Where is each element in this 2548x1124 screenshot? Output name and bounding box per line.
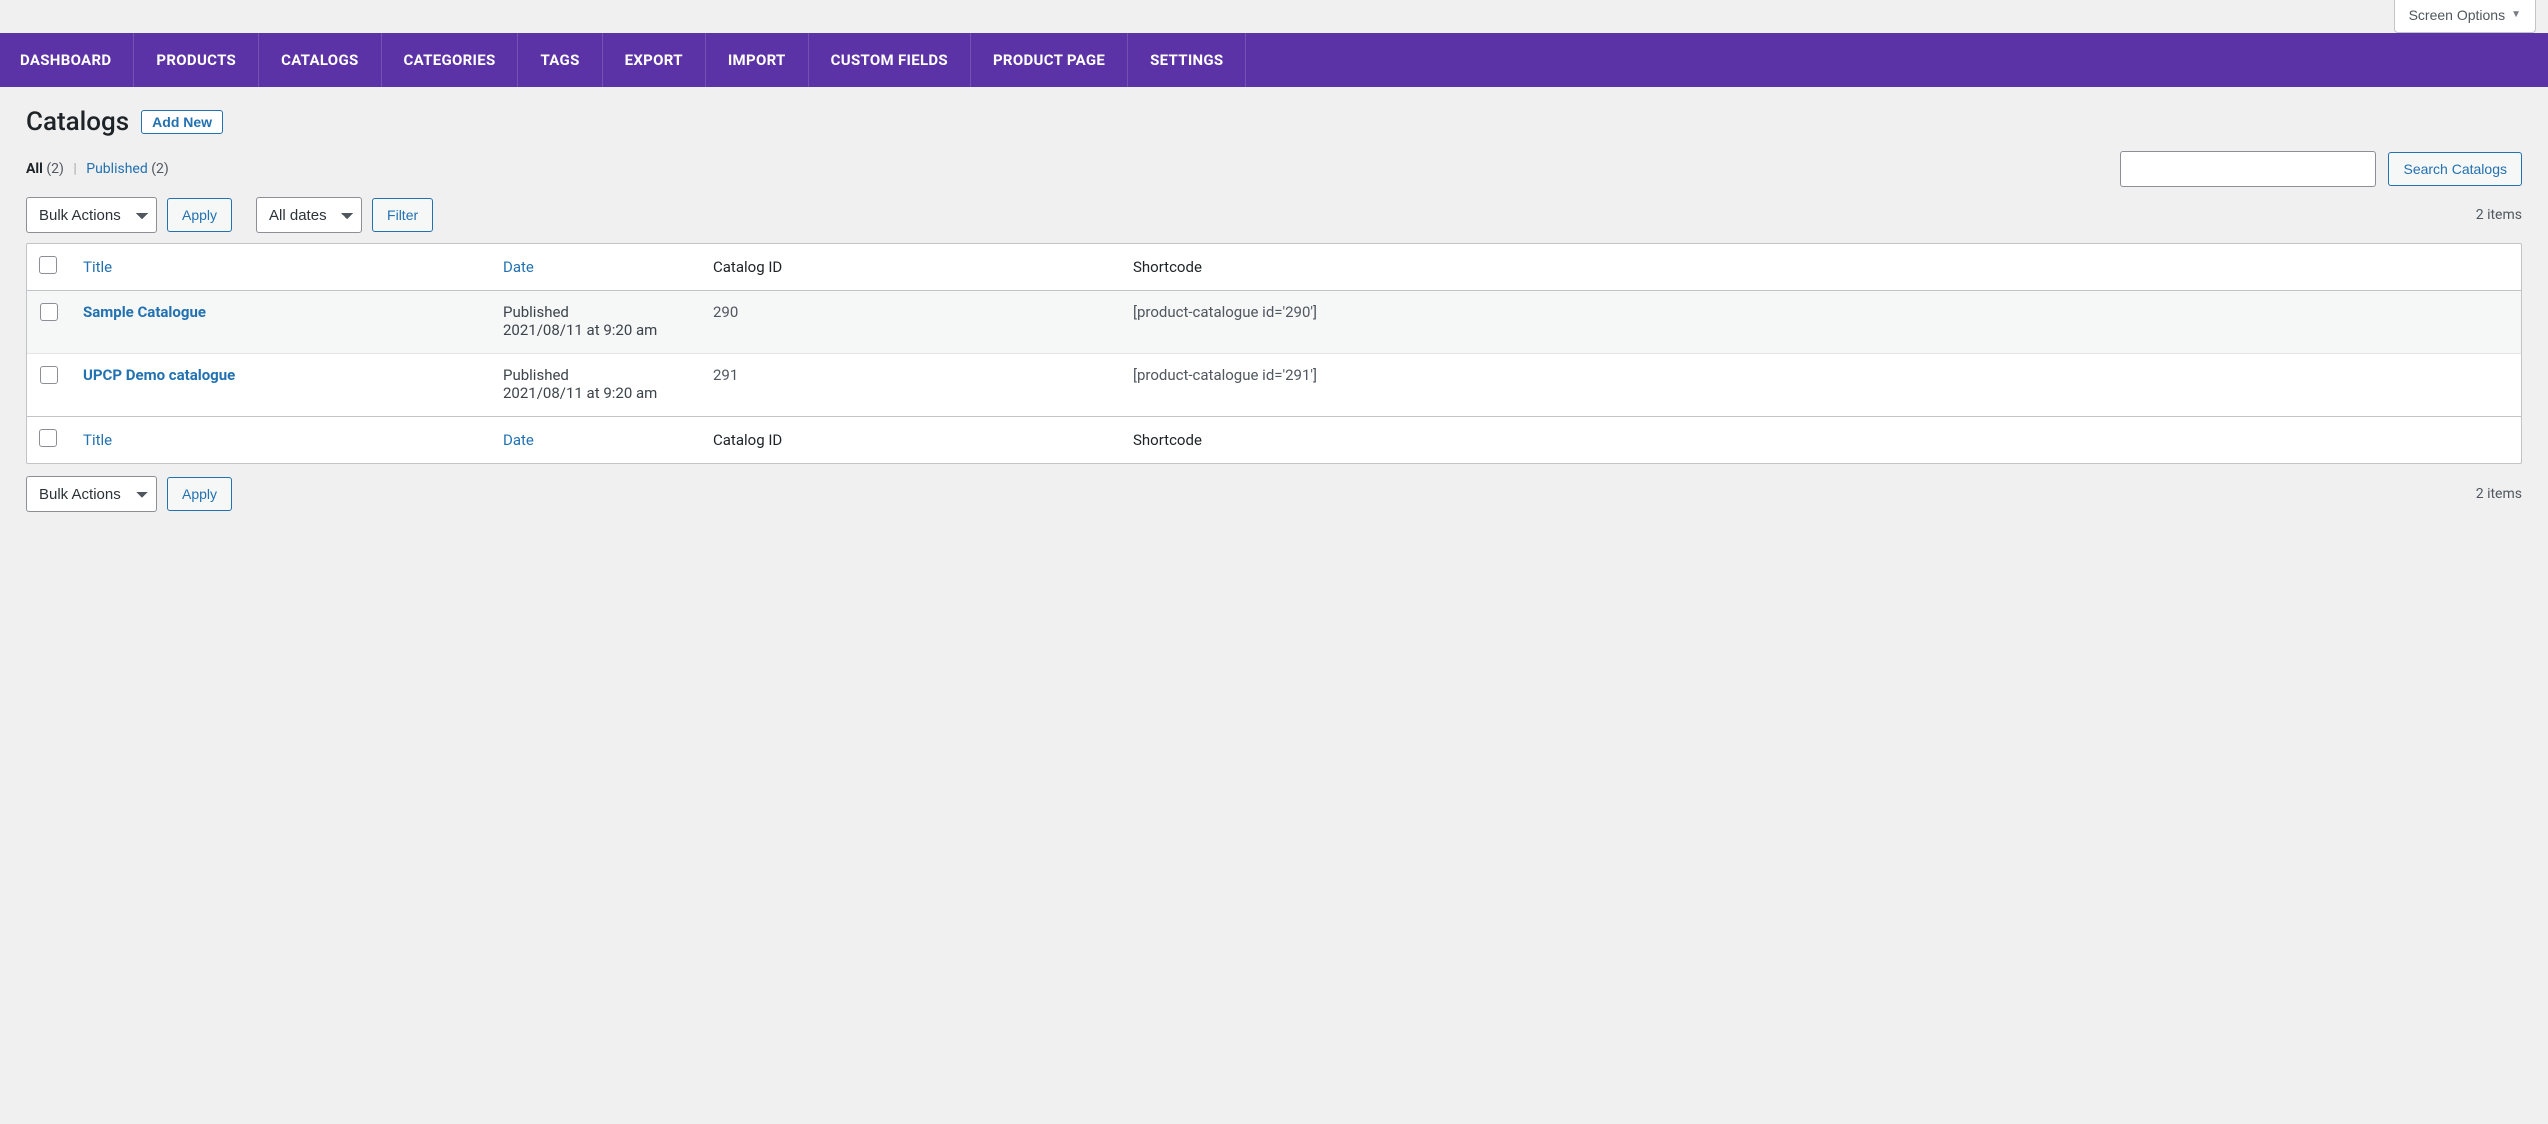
- row-shortcode: [product-catalogue id='291']: [1121, 354, 2521, 416]
- table-row: Sample Catalogue Published 2021/08/11 at…: [27, 291, 2521, 354]
- col-header-shortcode: Shortcode: [1121, 244, 2521, 291]
- items-count-top: 2 items: [2476, 207, 2522, 223]
- col-footer-id: Catalog ID: [701, 416, 1121, 463]
- chevron-down-icon: ▼: [2511, 4, 2521, 26]
- col-footer-title[interactable]: Title: [71, 416, 491, 463]
- row-checkbox[interactable]: [40, 303, 58, 321]
- row-status: Published: [503, 303, 689, 321]
- bulk-actions-select-top[interactable]: Bulk Actions: [26, 197, 157, 233]
- row-catalog-id: 291: [701, 354, 1121, 416]
- row-datetime: 2021/08/11 at 9:20 am: [503, 384, 689, 402]
- search-button[interactable]: Search Catalogs: [2388, 152, 2522, 186]
- nav-dashboard[interactable]: DASHBOARD: [0, 33, 134, 87]
- screen-options-button[interactable]: Screen Options ▼: [2394, 0, 2536, 33]
- select-all-checkbox-bottom[interactable]: [39, 429, 57, 447]
- view-filters: All (2) | Published (2): [26, 161, 169, 177]
- add-new-button[interactable]: Add New: [141, 110, 223, 134]
- catalogs-table: Title Date Catalog ID Shortcode Sample C…: [26, 243, 2522, 464]
- row-title-link[interactable]: Sample Catalogue: [83, 303, 206, 321]
- select-all-checkbox-top[interactable]: [39, 256, 57, 274]
- row-checkbox[interactable]: [40, 366, 58, 384]
- view-published-count: (2): [151, 161, 169, 177]
- nav-products[interactable]: PRODUCTS: [134, 33, 259, 87]
- view-all-label: All: [26, 161, 43, 177]
- nav-export[interactable]: EXPORT: [603, 33, 706, 87]
- col-footer-shortcode: Shortcode: [1121, 416, 2521, 463]
- date-filter-select[interactable]: All dates: [256, 197, 362, 233]
- nav-settings[interactable]: SETTINGS: [1128, 33, 1246, 87]
- page-title: Catalogs: [26, 107, 129, 137]
- bulk-apply-button-bottom[interactable]: Apply: [167, 477, 232, 511]
- row-title-link[interactable]: UPCP Demo catalogue: [83, 366, 235, 384]
- filter-button[interactable]: Filter: [372, 198, 433, 232]
- row-shortcode: [product-catalogue id='290']: [1121, 291, 2521, 354]
- nav-categories[interactable]: CATEGORIES: [382, 33, 519, 87]
- col-footer-date[interactable]: Date: [491, 416, 701, 463]
- items-count-bottom: 2 items: [2476, 486, 2522, 502]
- col-header-date[interactable]: Date: [491, 244, 701, 291]
- bulk-actions-select-bottom[interactable]: Bulk Actions: [26, 476, 157, 512]
- row-catalog-id: 290: [701, 291, 1121, 354]
- nav-import[interactable]: IMPORT: [706, 33, 809, 87]
- nav-custom-fields[interactable]: CUSTOM FIELDS: [809, 33, 971, 87]
- row-status: Published: [503, 366, 689, 384]
- search-input[interactable]: [2120, 151, 2376, 187]
- nav-tags[interactable]: TAGS: [518, 33, 602, 87]
- nav-product-page[interactable]: PRODUCT PAGE: [971, 33, 1128, 87]
- screen-options-label: Screen Options: [2409, 4, 2506, 26]
- row-datetime: 2021/08/11 at 9:20 am: [503, 321, 689, 339]
- col-header-title[interactable]: Title: [71, 244, 491, 291]
- separator: |: [67, 161, 82, 177]
- primary-nav: DASHBOARD PRODUCTS CATALOGS CATEGORIES T…: [0, 33, 2548, 87]
- nav-catalogs[interactable]: CATALOGS: [259, 33, 381, 87]
- view-all-count: (2): [46, 161, 64, 177]
- table-row: UPCP Demo catalogue Published 2021/08/11…: [27, 354, 2521, 416]
- view-published-link[interactable]: Published: [86, 161, 147, 177]
- col-header-id: Catalog ID: [701, 244, 1121, 291]
- bulk-apply-button-top[interactable]: Apply: [167, 198, 232, 232]
